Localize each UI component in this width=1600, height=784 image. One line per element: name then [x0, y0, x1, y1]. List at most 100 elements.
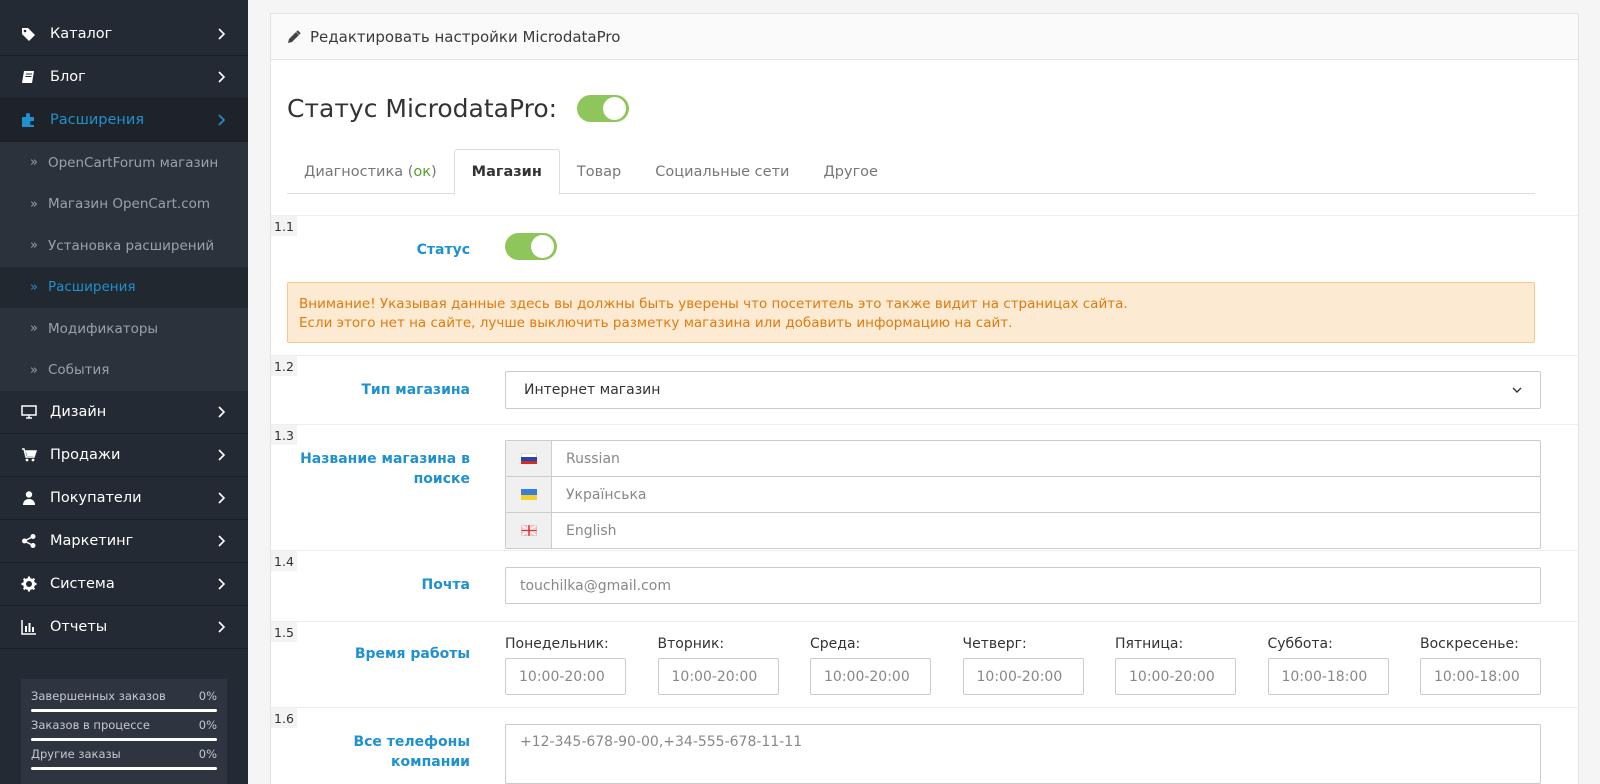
stat-value: 0% [198, 689, 217, 703]
sidebar: Каталог Блог Расширения » OpenCartForum м… [0, 0, 248, 784]
sub-opencart-com[interactable]: » Магазин OpenCart.com [0, 184, 248, 226]
sub-modifications[interactable]: » Модификаторы [0, 308, 248, 350]
cart-icon [20, 446, 38, 464]
email-label: Почта [421, 577, 470, 593]
stat-label: Другие заказы [31, 747, 121, 761]
order-stats: Завершенных заказов 0% Заказов в процессе… [21, 679, 227, 784]
sub-opencartforum[interactable]: » OpenCartForum магазин [0, 142, 248, 184]
lang-placeholder: Russian [566, 450, 620, 467]
chevron-down-icon [1512, 387, 1522, 393]
tab-social[interactable]: Социальные сети [638, 149, 806, 194]
nav-system[interactable]: Система [0, 563, 248, 606]
store-name-ua-input[interactable]: Українська [505, 476, 1541, 513]
sub-installer[interactable]: » Установка расширений [0, 225, 248, 267]
stat-progress-bar [31, 709, 217, 712]
day-label: Четверг: [962, 636, 1027, 652]
alert-line: Внимание! Указывая данные здесь вы должн… [299, 296, 1128, 312]
nav-catalog[interactable]: Каталог [0, 13, 248, 56]
diagnostics-ok: ок [413, 163, 431, 180]
chevron-right-icon [216, 576, 228, 592]
warning-alert: Внимание! Указывая данные здесь вы должн… [287, 282, 1535, 343]
day-value: 10:00-18:00 [1434, 668, 1520, 685]
day-wednesday: Среда: 10:00-20:00 [810, 636, 931, 695]
tab-label: Магазин [471, 164, 542, 180]
wednesday-hours-input[interactable]: 10:00-20:00 [810, 658, 931, 695]
store-name-label: Название магазина в поиске [300, 451, 470, 487]
settings-panel: Редактировать настройки MicrodataPro Ста… [270, 13, 1580, 784]
tab-other[interactable]: Другое [806, 149, 895, 194]
nav-label: Продажи [50, 447, 121, 463]
extensions-submenu: » OpenCartForum магазин » Магазин OpenCart… [0, 142, 248, 391]
sub-extensions[interactable]: » Расширения [0, 266, 248, 308]
email-placeholder: touchilka@gmail.com [520, 577, 671, 594]
saturday-hours-input[interactable]: 10:00-18:00 [1267, 658, 1389, 695]
phones-placeholder: +12-345-678-90-00,+34-555-678-11-11 [520, 734, 803, 750]
nav-extensions[interactable]: Расширения [0, 99, 248, 142]
sunday-hours-input[interactable]: 10:00-18:00 [1420, 658, 1541, 695]
nav-label: Система [50, 576, 115, 592]
day-label: Пятница: [1115, 636, 1184, 652]
tab-product[interactable]: Товар [560, 149, 638, 194]
puzzle-icon [20, 111, 38, 129]
toggle-knob [531, 235, 554, 258]
tab-label: Товар [576, 163, 622, 180]
day-sunday: Воскресенье: 10:00-18:00 [1420, 636, 1541, 695]
nav-customers[interactable]: Покупатели [0, 477, 248, 520]
day-label: Воскресенье: [1420, 636, 1519, 652]
tab-label-close: ) [431, 163, 437, 180]
tab-label: Диагностика ( [304, 163, 414, 180]
double-chevron-icon: » [30, 155, 38, 171]
store-name-control: Russian Українська English [505, 440, 1541, 549]
email-input[interactable]: touchilka@gmail.com [505, 567, 1541, 604]
day-value: 10:00-20:00 [671, 668, 758, 685]
alert-line: Если этого нет на сайте, лучше выключить… [299, 315, 1013, 331]
phones-label: Все телефоны компании [353, 734, 470, 770]
nav-design[interactable]: Дизайн [0, 391, 248, 434]
day-value: 10:00-20:00 [824, 668, 910, 685]
chevron-right-icon [216, 447, 228, 463]
sub-label: Расширения [47, 279, 136, 296]
days-list: Понедельник: 10:00-20:00 Вторник: 10:00-20… [505, 636, 1541, 695]
thursday-hours-input[interactable]: 10:00-20:00 [962, 658, 1084, 695]
stat-other: Другие заказы 0% [31, 747, 217, 770]
monday-hours-input[interactable]: 10:00-20:00 [505, 658, 626, 695]
store-name-en-input[interactable]: English [505, 512, 1541, 549]
nav-marketing[interactable]: Маркетинг [0, 520, 248, 563]
row-number: 1.6 [271, 708, 297, 728]
row-number: 1.3 [271, 425, 297, 445]
day-thursday: Четверг: 10:00-20:00 [962, 636, 1084, 695]
stat-completed: Завершенных заказов 0% [31, 689, 217, 712]
stat-processing: Заказов в процессе 0% [31, 718, 217, 741]
flag-en-icon [506, 513, 552, 548]
double-chevron-icon: » [30, 196, 38, 212]
nav-reports[interactable]: Отчеты [0, 606, 248, 649]
tab-diagnostics[interactable]: Диагностика (ок) [287, 149, 454, 194]
nav-label: Каталог [50, 26, 113, 42]
stat-progress-bar [31, 738, 217, 741]
module-status-toggle[interactable] [577, 95, 630, 122]
tuesday-hours-input[interactable]: 10:00-20:00 [657, 658, 779, 695]
friday-hours-input[interactable]: 10:00-20:00 [1115, 658, 1236, 695]
lang-placeholder: Українська [566, 486, 647, 503]
nav-sales[interactable]: Продажи [0, 434, 248, 477]
double-chevron-icon: » [30, 321, 38, 337]
double-chevron-icon: » [30, 279, 38, 295]
bar-chart-icon [20, 618, 38, 636]
stat-progress-bar [31, 767, 217, 770]
flag-ru-icon [506, 441, 552, 476]
module-status-label: Статус MicrodataPro: [287, 94, 558, 123]
nav-blog[interactable]: Блог [0, 56, 248, 99]
store-type-select[interactable]: Интернет магазин [505, 371, 1541, 409]
chevron-right-icon [216, 490, 228, 506]
store-name-ru-input[interactable]: Russian [505, 440, 1541, 477]
day-tuesday: Вторник: 10:00-20:00 [657, 636, 779, 695]
tab-store[interactable]: Магазин [453, 149, 560, 195]
day-value: 10:00-20:00 [519, 668, 605, 685]
sub-events[interactable]: » События [0, 350, 248, 392]
store-status-toggle[interactable] [505, 233, 557, 260]
phones-textarea[interactable]: +12-345-678-90-00,+34-555-678-11-11 [505, 724, 1541, 784]
day-label: Понедельник: [505, 636, 609, 652]
row-store-name: 1.3 Название магазина в поиске Russian У… [271, 424, 1580, 550]
row-number: 1.4 [271, 551, 297, 571]
nav-label: Покупатели [50, 490, 142, 506]
